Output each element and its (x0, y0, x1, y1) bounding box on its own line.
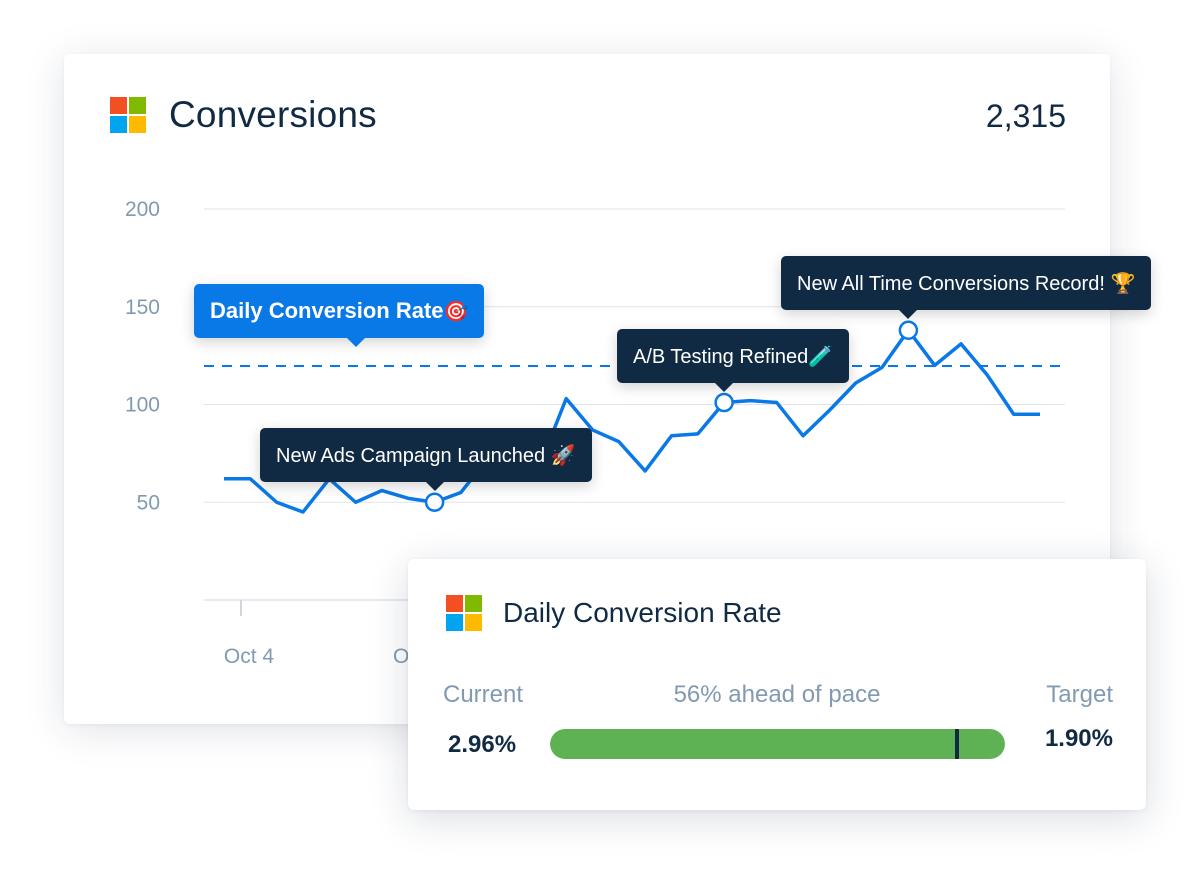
microsoft-logo-icon (110, 97, 146, 133)
goal-card-title: Daily Conversion Rate (503, 597, 782, 628)
ads-campaign-callout: New Ads Campaign Launched 🚀 (260, 428, 592, 492)
current-value: 2.96% (448, 731, 517, 758)
target-callout-label: Daily Conversion Rate (210, 298, 444, 323)
goal-progress-fill (550, 729, 1005, 759)
pace-status: 56% ahead of pace (673, 681, 881, 708)
trophy-icon: 🏆 (1110, 271, 1136, 296)
conversions-total: 2,315 (985, 98, 1066, 134)
test-tube-icon: 🧪 (808, 343, 834, 368)
goal-progress-bar (550, 729, 1005, 759)
card-title: Conversions (169, 94, 377, 135)
ab-callout-label: A/B Testing Refined (633, 345, 809, 368)
target-marker (954, 729, 959, 759)
target-callout: Daily Conversion Rate🎯 (194, 284, 485, 347)
ads-callout-label: New Ads Campaign Launched (276, 445, 546, 468)
record-callout-label: New All Time Conversions Record! (797, 273, 1105, 296)
ab-testing-callout: A/B Testing Refined🧪 (617, 328, 850, 392)
daily-conversion-rate-card: Daily Conversion Rate Current 56% ahead … (408, 559, 1146, 810)
rocket-icon: 🚀 (550, 443, 576, 468)
target-icon: 🎯 (443, 299, 469, 323)
target-label: Target (1046, 681, 1113, 708)
target-value: 1.90% (1044, 725, 1113, 752)
record-callout: New All Time Conversions Record! 🏆 (781, 256, 1152, 320)
microsoft-logo-icon (446, 595, 482, 631)
